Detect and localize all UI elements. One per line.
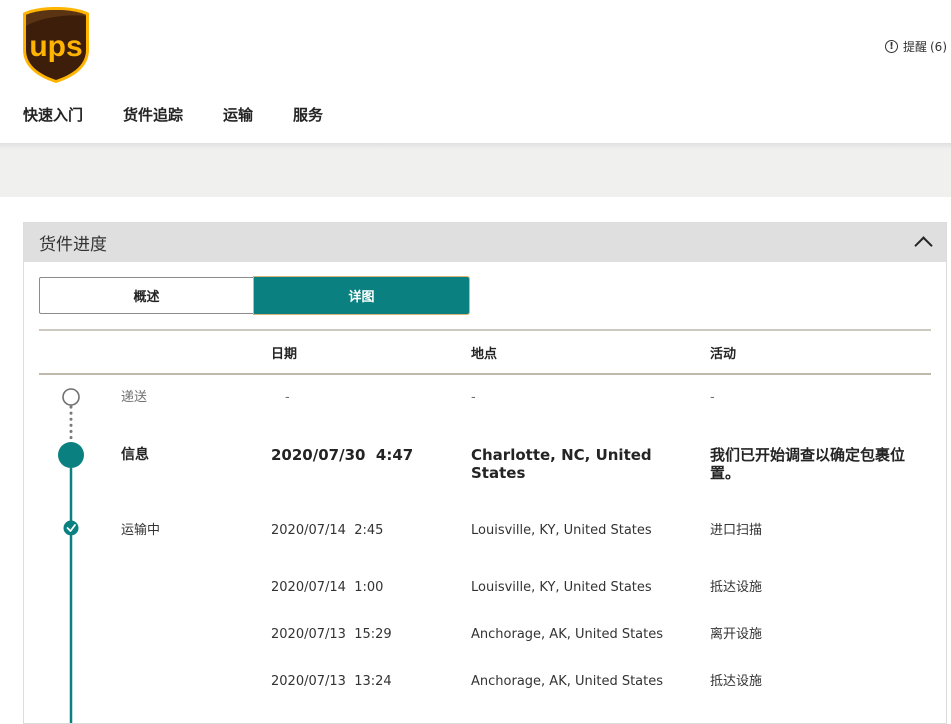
event-date: 2020/07/13 13:24: [271, 674, 392, 689]
table-header-rule: [39, 373, 931, 375]
logo-text: ups: [29, 30, 82, 63]
milestone-transit-check-icon: [63, 520, 79, 536]
alerts-count: (6): [930, 39, 947, 54]
nav-quick-start[interactable]: 快速入门: [23, 104, 83, 125]
column-activity: 活动: [710, 347, 737, 362]
nav-shipping[interactable]: 运输: [223, 104, 253, 125]
page-band: [0, 149, 951, 197]
event-activity: 抵达设施: [710, 580, 763, 595]
tab-detail[interactable]: 详图: [254, 277, 469, 314]
event-date: 2020/07/14 1:00: [271, 580, 384, 595]
milestone-date: 2020/07/30 4:47: [271, 446, 414, 464]
event-date: 2020/07/13 15:29: [271, 627, 392, 642]
milestone-location: -: [471, 390, 476, 405]
milestone-activity: 我们已开始调查以确定包裹位置。: [710, 446, 906, 482]
event-location: Anchorage, AK, United States: [471, 627, 664, 642]
nav-tracking[interactable]: 货件追踪: [123, 104, 183, 125]
alerts-link[interactable]: ! 提醒 (6): [884, 38, 947, 55]
alerts-label: 提醒: [902, 40, 927, 54]
milestone-current-icon: [58, 442, 84, 468]
milestone-activity: 进口扫描: [710, 523, 763, 538]
milestone-label: 运输中: [121, 523, 161, 538]
event-location: Louisville, KY, United States: [471, 580, 652, 595]
alert-icon: !: [884, 40, 898, 53]
progress-timeline: [58, 388, 84, 723]
shipment-progress-panel: 货件进度 概述 详图 日期 地点 活动 递送 - - - 信息 2020/07/…: [23, 222, 947, 724]
milestone-label: 信息: [121, 447, 149, 463]
chevron-up-icon[interactable]: [914, 236, 933, 255]
column-date: 日期: [271, 347, 298, 362]
event-activity: 离开设施: [710, 627, 763, 642]
main-nav: 快速入门 货件追踪 运输 服务: [23, 104, 363, 125]
ups-logo[interactable]: ups: [22, 6, 90, 84]
panel-header[interactable]: 货件进度: [24, 223, 946, 262]
site-header: ups ! 提醒 (6) 快速入门 货件追踪 运输 服务: [0, 0, 951, 144]
event-location: Anchorage, AK, United States: [471, 674, 664, 689]
milestone-location: Louisville, KY, United States: [471, 523, 652, 538]
milestone-date: 2020/07/14 2:45: [271, 523, 384, 538]
column-location: 地点: [471, 347, 498, 362]
milestone-delivered-empty-icon: [62, 388, 80, 406]
milestone-label: 递送: [121, 390, 148, 405]
table-top-rule: [39, 329, 931, 331]
milestone-date: -: [285, 390, 290, 405]
nav-services[interactable]: 服务: [293, 104, 323, 125]
milestone-location: Charlotte, NC, United States: [471, 446, 652, 482]
event-activity: 抵达设施: [710, 674, 763, 689]
milestone-activity: -: [710, 390, 715, 405]
